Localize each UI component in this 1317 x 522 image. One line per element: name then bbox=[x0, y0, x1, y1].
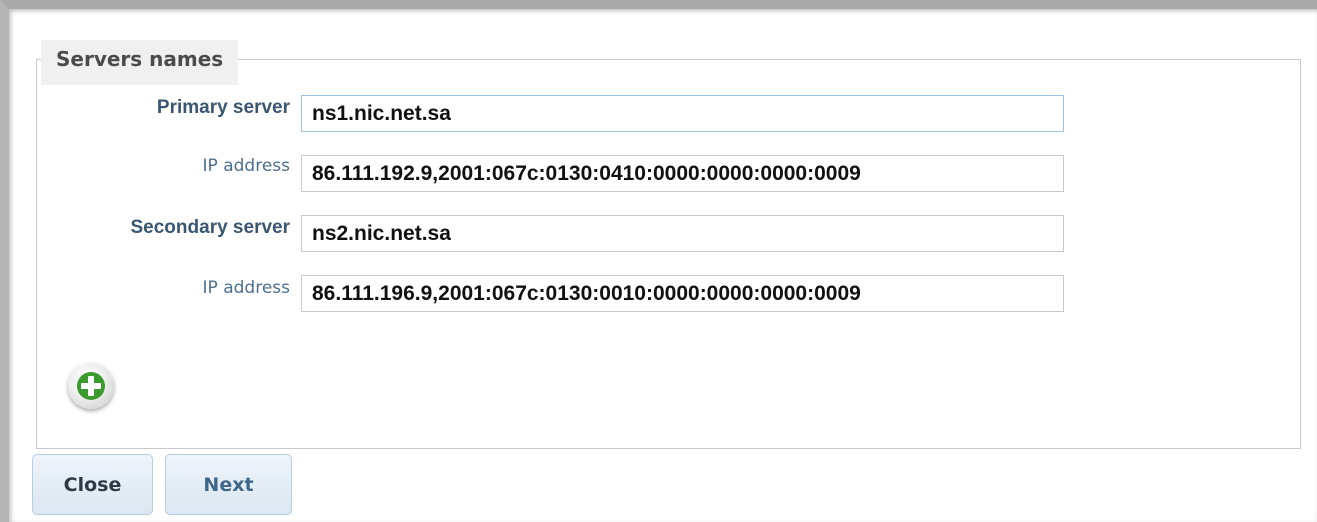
next-button[interactable]: Next bbox=[165, 454, 292, 515]
secondary-server-input[interactable] bbox=[301, 215, 1064, 252]
secondary-ip-input[interactable] bbox=[301, 275, 1064, 312]
close-button[interactable]: Close bbox=[32, 454, 153, 515]
add-server-button[interactable] bbox=[68, 363, 114, 409]
primary-ip-input[interactable] bbox=[301, 155, 1064, 192]
secondary-server-label: Secondary server bbox=[130, 217, 291, 238]
primary-server-input[interactable] bbox=[301, 95, 1064, 132]
plus-circle-icon bbox=[77, 372, 105, 400]
primary-server-label: Primary server bbox=[156, 97, 290, 118]
primary-ip-label: IP address bbox=[202, 156, 290, 176]
secondary-ip-label: IP address bbox=[202, 278, 290, 298]
fieldset-legend: Servers names bbox=[41, 40, 239, 85]
